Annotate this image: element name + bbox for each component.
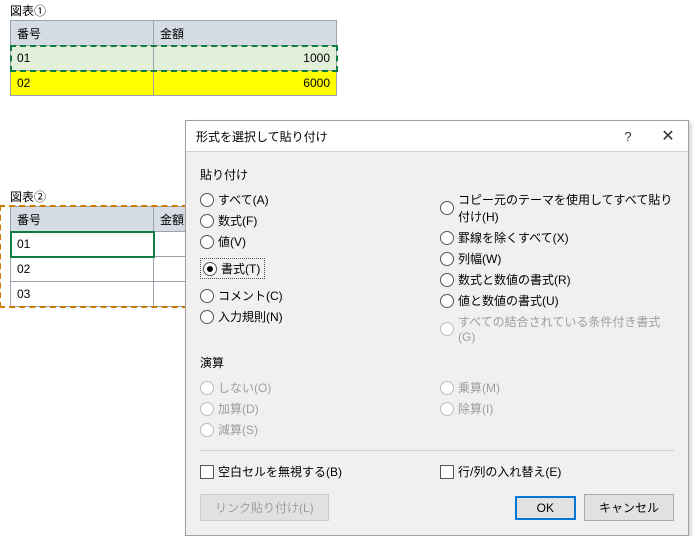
checkbox-icon bbox=[440, 465, 454, 479]
table2-row[interactable]: 03 bbox=[11, 282, 197, 307]
opt-mul: 乗算(M) bbox=[440, 379, 674, 396]
chk-skipblank[interactable]: 空白セルを無視する(B) bbox=[200, 463, 440, 480]
table2-row[interactable]: 02 bbox=[11, 257, 197, 282]
cell-num[interactable]: 01 bbox=[11, 46, 154, 71]
table1-header-num: 番号 bbox=[11, 21, 154, 46]
section-calc-label: 演算 bbox=[200, 354, 674, 371]
opt-formula[interactable]: 数式(F) bbox=[200, 212, 440, 229]
radio-icon bbox=[200, 289, 214, 303]
dialog-titlebar[interactable]: 形式を選択して貼り付け ? ✕ bbox=[186, 121, 688, 152]
radio-icon bbox=[200, 193, 214, 207]
radio-icon bbox=[440, 294, 454, 308]
opt-comment[interactable]: コメント(C) bbox=[200, 287, 440, 304]
radio-icon bbox=[440, 231, 454, 245]
dialog-title: 形式を選択して貼り付け bbox=[196, 128, 608, 145]
opt-valnum[interactable]: 値と数値の書式(U) bbox=[440, 292, 674, 309]
opt-condfmt: すべての結合されている条件付き書式(G) bbox=[440, 313, 674, 344]
radio-icon bbox=[440, 201, 454, 215]
opt-all[interactable]: すべて(A) bbox=[200, 191, 440, 208]
table1-label: 図表① bbox=[10, 2, 699, 19]
opt-formnum[interactable]: 数式と数値の書式(R) bbox=[440, 271, 674, 288]
radio-icon bbox=[203, 262, 217, 276]
table2-row[interactable]: 01 bbox=[11, 232, 197, 257]
checkbox-icon bbox=[200, 465, 214, 479]
radio-icon bbox=[200, 423, 214, 437]
cell-num[interactable]: 01 bbox=[11, 232, 154, 257]
opt-none: しない(O) bbox=[200, 379, 440, 396]
paste-link-button: リンク貼り付け(L) bbox=[200, 494, 329, 521]
radio-icon bbox=[200, 310, 214, 324]
table2-header-num: 番号 bbox=[11, 207, 154, 232]
opt-add: 加算(D) bbox=[200, 400, 440, 417]
table2: 番号 金額 01 02 03 bbox=[10, 206, 197, 307]
cell-num[interactable]: 02 bbox=[11, 257, 154, 282]
opt-noborder[interactable]: 罫線を除くすべて(X) bbox=[440, 229, 674, 246]
radio-icon bbox=[440, 322, 454, 336]
radio-icon bbox=[440, 273, 454, 287]
opt-value[interactable]: 値(V) bbox=[200, 233, 440, 250]
cancel-button[interactable]: キャンセル bbox=[584, 494, 674, 521]
radio-icon bbox=[200, 381, 214, 395]
radio-icon bbox=[440, 381, 454, 395]
opt-sub: 減算(S) bbox=[200, 421, 440, 438]
help-button[interactable]: ? bbox=[608, 121, 648, 151]
table1: 番号 金額 01 1000 02 6000 bbox=[10, 20, 337, 96]
opt-theme[interactable]: コピー元のテーマを使用してすべて貼り付け(H) bbox=[440, 191, 674, 225]
opt-validation[interactable]: 入力規則(N) bbox=[200, 308, 440, 325]
radio-icon bbox=[200, 235, 214, 249]
ok-button[interactable]: OK bbox=[515, 496, 576, 520]
opt-format[interactable]: 書式(T) bbox=[200, 258, 265, 279]
radio-icon bbox=[200, 214, 214, 228]
cell-amount[interactable]: 1000 bbox=[154, 46, 337, 71]
paste-special-dialog: 形式を選択して貼り付け ? ✕ 貼り付け すべて(A) 数式(F) 値(V) 書… bbox=[185, 120, 689, 536]
cell-num[interactable]: 03 bbox=[11, 282, 154, 307]
table1-row[interactable]: 01 1000 bbox=[11, 46, 337, 71]
cell-num[interactable]: 02 bbox=[11, 71, 154, 96]
table1-header-amount: 金額 bbox=[154, 21, 337, 46]
opt-colwidth[interactable]: 列幅(W) bbox=[440, 250, 674, 267]
radio-icon bbox=[200, 402, 214, 416]
radio-icon bbox=[440, 252, 454, 266]
close-button[interactable]: ✕ bbox=[648, 121, 688, 151]
separator bbox=[200, 450, 674, 451]
section-paste-label: 貼り付け bbox=[200, 166, 674, 183]
chk-transpose[interactable]: 行/列の入れ替え(E) bbox=[440, 463, 674, 480]
opt-div: 除算(I) bbox=[440, 400, 674, 417]
radio-icon bbox=[440, 402, 454, 416]
table1-row[interactable]: 02 6000 bbox=[11, 71, 337, 96]
cell-amount[interactable]: 6000 bbox=[154, 71, 337, 96]
